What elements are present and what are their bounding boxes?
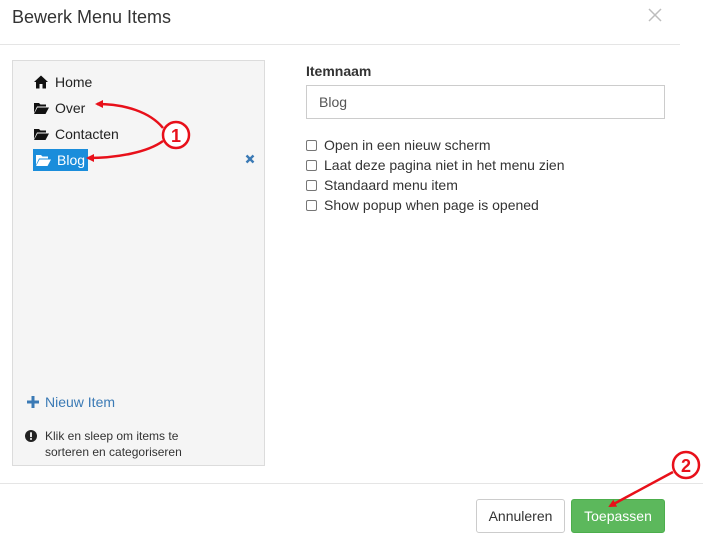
dialog-title: Bewerk Menu Items — [12, 7, 172, 27]
menu-tree-panel: Home Over Contacten Blog Nieuw Item Klik… — [12, 60, 265, 466]
exclamation-circle-icon — [25, 430, 37, 442]
checkbox-show-popup[interactable]: Show popup when page is opened — [306, 197, 539, 213]
checkbox-label: Show popup when page is opened — [324, 197, 539, 213]
folder-open-icon — [36, 155, 51, 166]
cancel-button[interactable]: Annuleren — [476, 499, 565, 533]
checkbox-default-menu-item[interactable]: Standaard menu item — [306, 177, 458, 193]
apply-button[interactable]: Toepassen — [571, 499, 665, 533]
item-name-input[interactable] — [306, 85, 665, 119]
checkbox[interactable] — [306, 199, 317, 211]
tree-item-label: Home — [55, 74, 93, 90]
checkbox-hide-from-menu[interactable]: Laat deze pagina niet in het menu zien — [306, 157, 565, 173]
checkbox-label: Standaard menu item — [324, 177, 458, 193]
tree-item-label: Over — [55, 100, 86, 116]
close-icon[interactable] — [646, 6, 664, 24]
checkbox-label: Open in een nieuw scherm — [324, 137, 491, 153]
tree-item-label: Contacten — [55, 126, 119, 142]
footer-divider — [0, 483, 703, 484]
folder-open-icon — [34, 103, 49, 114]
home-icon — [34, 75, 48, 89]
annotation-marker-2 — [671, 450, 701, 480]
hint-text: Klik en sleep om items te sorteren en ca… — [45, 429, 182, 459]
tree-item-contacten[interactable]: Contacten — [33, 123, 119, 145]
tree-item-over[interactable]: Over — [33, 97, 85, 119]
checkbox[interactable] — [306, 159, 317, 171]
checkbox[interactable] — [306, 139, 317, 151]
remove-item-icon[interactable] — [245, 154, 255, 164]
checkbox[interactable] — [306, 179, 317, 191]
drag-hint: Klik en sleep om items te sorteren en ca… — [25, 428, 225, 460]
tree-item-label: Blog — [57, 152, 86, 168]
item-name-label: Itemnaam — [306, 63, 372, 79]
annotation-marker-2-text: 2 — [681, 456, 691, 476]
folder-open-icon — [34, 129, 49, 140]
new-item-link[interactable]: Nieuw Item — [27, 394, 115, 410]
new-item-label: Nieuw Item — [45, 394, 116, 410]
tree-item-blog[interactable]: Blog — [33, 149, 89, 171]
checkbox-open-new-window[interactable]: Open in een nieuw scherm — [306, 137, 491, 153]
plus-icon — [27, 396, 39, 408]
tree-item-home[interactable]: Home — [33, 71, 92, 93]
checkbox-label: Laat deze pagina niet in het menu zien — [324, 157, 565, 173]
header-divider — [0, 44, 680, 45]
